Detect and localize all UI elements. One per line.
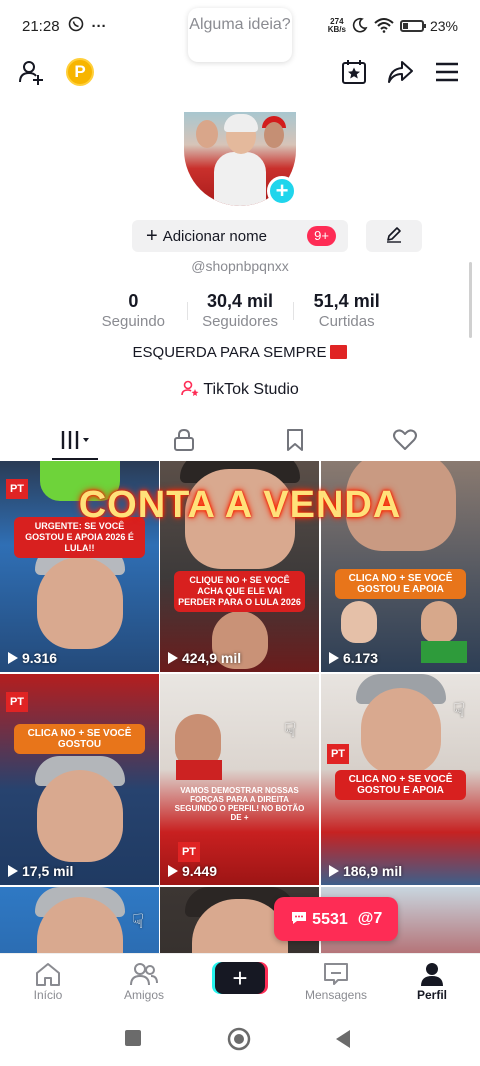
- play-icon: [329, 652, 339, 664]
- view-count: 9.449: [168, 863, 217, 879]
- add-avatar-plus-icon[interactable]: +: [267, 176, 297, 206]
- add-name-label: Adicionar nome: [162, 227, 267, 245]
- wifi-icon: [374, 17, 394, 36]
- play-icon: [8, 865, 18, 877]
- comment-count: 5531: [290, 910, 348, 929]
- add-name-button[interactable]: + Adicionar nome 9+: [132, 220, 348, 252]
- tiktok-studio-link[interactable]: TikTok Studio: [0, 380, 480, 399]
- back-button[interactable]: [334, 1029, 352, 1054]
- pt-logo: PT: [327, 744, 349, 764]
- more-icon: ···: [91, 17, 107, 35]
- username-handle: @shopnbpqnxx: [191, 258, 289, 274]
- sale-banner: CONTA A VENDA: [78, 484, 402, 526]
- menu-icon[interactable]: [431, 56, 463, 88]
- video-thumbnail[interactable]: ☟ PT CLICA NO + SE VOCÊ GOSTOU E APOIA 1…: [321, 674, 480, 885]
- video-thumbnail[interactable]: CLICA NO + SE VOCÊ GOSTOU PT 17,5 mil: [0, 674, 159, 885]
- play-icon: [329, 865, 339, 877]
- pt-logo: PT: [178, 842, 200, 862]
- bottom-nav: Início Amigos + Mensagens Perfil: [0, 953, 480, 1013]
- whatsapp-icon: [68, 16, 84, 36]
- pointer-hand-icon: ☟: [132, 911, 145, 933]
- coin-icon[interactable]: P: [66, 58, 94, 86]
- battery-icon: [399, 20, 426, 32]
- view-count: 186,9 mil: [329, 863, 402, 879]
- friends-icon: [104, 960, 184, 988]
- pointer-hand-icon: ☟: [453, 700, 466, 722]
- view-count: 6.173: [329, 650, 378, 666]
- profile-bio: ESQUERDA PARA SEMPRE: [0, 344, 480, 361]
- profile-stats: 0 Seguindo 30,4 mil Seguidores 51,4 mil …: [80, 290, 400, 332]
- nav-profile[interactable]: Perfil: [392, 960, 472, 1002]
- studio-person-icon: [181, 380, 203, 398]
- video-grid: URGENTE: SE VOCÊ GOSTOU E APOIA 2026 É L…: [0, 461, 480, 953]
- pt-logo: PT: [6, 692, 28, 712]
- play-icon: [168, 652, 178, 664]
- battery-percent: 23%: [429, 18, 458, 34]
- share-icon[interactable]: [384, 56, 416, 88]
- edit-profile-button[interactable]: [366, 220, 422, 252]
- calendar-star-icon[interactable]: [338, 56, 370, 88]
- nav-home[interactable]: Início: [8, 960, 88, 1002]
- play-icon: [8, 652, 18, 664]
- profile-icon: [392, 960, 472, 988]
- add-name-badge: 9+: [307, 226, 336, 246]
- status-time: 21:28: [22, 17, 60, 35]
- heart-icon[interactable]: [375, 424, 435, 456]
- view-count: 9.316: [8, 650, 57, 666]
- home-button[interactable]: [227, 1027, 251, 1056]
- comments-pill[interactable]: 5531 @7: [274, 897, 398, 941]
- lock-icon[interactable]: [154, 424, 214, 456]
- nav-friends[interactable]: Amigos: [104, 960, 184, 1002]
- moon-icon: [352, 17, 368, 36]
- add-friend-icon[interactable]: [16, 56, 48, 88]
- comment-icon: [291, 911, 306, 924]
- profile-tabs: [0, 420, 480, 460]
- pointer-hand-icon: ☟: [284, 720, 297, 742]
- create-button[interactable]: +: [215, 962, 265, 994]
- play-icon: [168, 865, 178, 877]
- scrollbar[interactable]: [469, 262, 472, 338]
- view-count: 424,9 mil: [168, 650, 241, 666]
- network-speed: 274 KB/s: [327, 17, 346, 34]
- nav-messages[interactable]: Mensagens: [296, 960, 376, 1002]
- mention-count: @7: [357, 910, 383, 927]
- system-nav-bar: [0, 1013, 480, 1066]
- stat-likes[interactable]: 51,4 mil Curtidas: [293, 290, 400, 332]
- video-thumbnail[interactable]: ☟: [0, 887, 159, 953]
- active-tab-indicator: [52, 458, 98, 460]
- stat-followers[interactable]: 30,4 mil Seguidores: [186, 290, 294, 332]
- inbox-icon: [296, 960, 376, 988]
- pencil-icon: [385, 225, 403, 248]
- video-thumbnail[interactable]: ☟ VAMOS DEMOSTRAR NOSSAS FORÇAS PARA A D…: [160, 674, 319, 885]
- recents-button[interactable]: [124, 1029, 142, 1052]
- red-square-icon: [330, 345, 348, 359]
- home-icon: [8, 960, 88, 988]
- idea-bubble[interactable]: Alguma ideia?: [188, 8, 292, 62]
- view-count: 17,5 mil: [8, 863, 73, 879]
- bookmark-icon[interactable]: [265, 424, 325, 456]
- videos-grid-icon[interactable]: [46, 424, 106, 456]
- plus-icon: +: [146, 225, 158, 247]
- stat-following[interactable]: 0 Seguindo: [80, 290, 187, 332]
